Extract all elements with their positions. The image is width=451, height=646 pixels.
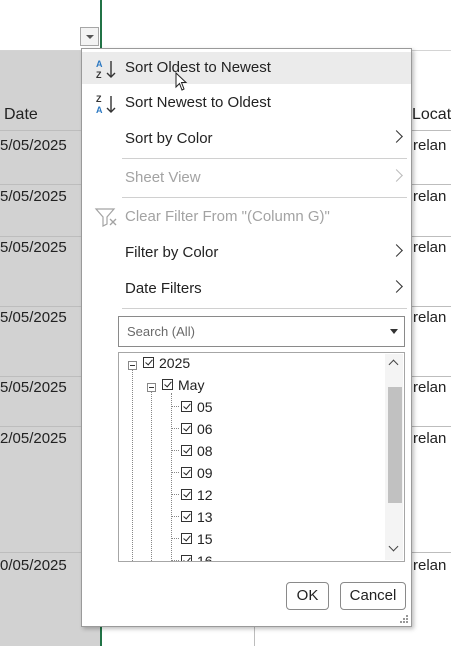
- date-cell[interactable]: 2/05/2025: [0, 430, 67, 447]
- header-date[interactable]: Date: [4, 100, 38, 130]
- tree-day: 12: [197, 487, 213, 503]
- search-placeholder: Search (All): [127, 324, 195, 339]
- chevron-right-icon: [390, 130, 403, 143]
- header-location[interactable]: Locat: [412, 100, 451, 130]
- collapse-toggle-icon[interactable]: [128, 361, 137, 370]
- sort-by-color[interactable]: Sort by Color: [82, 123, 411, 155]
- filter-by-color-label: Filter by Color: [125, 244, 219, 261]
- tree-day: 05: [197, 399, 213, 415]
- active-cell-border-lower: [100, 626, 102, 646]
- sheet-view: Sheet View: [82, 162, 411, 194]
- autofilter-menu: A Z Sort Oldest to Newest Z A Sort Newes…: [81, 48, 412, 627]
- sort-asc-label: Sort Oldest to Newest: [125, 59, 271, 76]
- sort-oldest-to-newest[interactable]: A Z Sort Oldest to Newest: [82, 52, 411, 84]
- scroll-up-icon[interactable]: [388, 359, 399, 370]
- svg-text:Z: Z: [96, 94, 102, 104]
- menu-separator: [122, 197, 407, 198]
- checkbox-checked-icon[interactable]: [181, 401, 192, 412]
- chevron-right-icon: [390, 169, 403, 182]
- checkbox-checked-icon[interactable]: [181, 445, 192, 456]
- date-cell[interactable]: 5/05/2025: [0, 309, 67, 326]
- checkbox-checked-icon[interactable]: [181, 423, 192, 434]
- filter-dropdown-button[interactable]: [80, 27, 99, 46]
- scrollbar-thumb[interactable]: [388, 387, 402, 503]
- location-cell[interactable]: relan: [413, 188, 446, 205]
- location-cell[interactable]: relan: [413, 137, 446, 154]
- tree-day: 15: [197, 531, 213, 547]
- clear-filter: Clear Filter From "(Column G)": [82, 201, 411, 233]
- date-cell[interactable]: 0/05/2025: [0, 557, 67, 574]
- date-cell[interactable]: 5/05/2025: [0, 137, 67, 154]
- checkbox-checked-icon[interactable]: [143, 357, 154, 368]
- checkbox-checked-icon[interactable]: [181, 489, 192, 500]
- svg-text:A: A: [96, 105, 103, 115]
- chevron-right-icon: [390, 244, 403, 257]
- svg-text:A: A: [96, 59, 103, 69]
- sheet-view-label: Sheet View: [125, 169, 201, 186]
- tree-day: 06: [197, 421, 213, 437]
- scroll-down-icon[interactable]: [388, 541, 399, 552]
- clear-filter-label: Clear Filter From "(Column G)": [125, 208, 330, 225]
- date-filters-label: Date Filters: [125, 280, 202, 297]
- checkbox-checked-icon[interactable]: [181, 555, 192, 561]
- date-cell[interactable]: 5/05/2025: [0, 188, 67, 205]
- date-filters[interactable]: Date Filters: [82, 273, 411, 305]
- sort-desc-label: Sort Newest to Oldest: [125, 94, 271, 111]
- resize-grip-icon[interactable]: [399, 614, 409, 624]
- date-tree-list[interactable]: 2025 May 05 06 08 09 12 13 15 16: [118, 352, 405, 562]
- location-cell[interactable]: relan: [413, 239, 446, 256]
- sort-descending-icon: Z A: [96, 94, 116, 115]
- tree-day: 09: [197, 465, 213, 481]
- checkbox-checked-icon[interactable]: [181, 467, 192, 478]
- tree-day: 16: [197, 553, 213, 562]
- mouse-cursor-icon: [175, 72, 188, 91]
- active-cell-border: [100, 0, 102, 50]
- sort-by-color-label: Sort by Color: [125, 130, 213, 147]
- location-cell[interactable]: relan: [413, 430, 446, 447]
- location-cell[interactable]: relan: [413, 309, 446, 326]
- location-cell[interactable]: relan: [413, 557, 446, 574]
- chevron-down-icon[interactable]: [390, 329, 398, 334]
- date-cell[interactable]: 5/05/2025: [0, 239, 67, 256]
- search-input[interactable]: Search (All): [118, 316, 405, 347]
- location-cell[interactable]: relan: [413, 379, 446, 396]
- tree-month: May: [178, 377, 205, 393]
- menu-separator: [122, 308, 407, 309]
- sort-ascending-icon: A Z: [96, 59, 116, 80]
- tree-year: 2025: [159, 355, 191, 371]
- clear-filter-icon: [94, 208, 117, 227]
- cancel-button[interactable]: Cancel: [340, 582, 406, 610]
- svg-text:Z: Z: [96, 70, 102, 80]
- tree-day: 08: [197, 443, 213, 459]
- checkbox-checked-icon[interactable]: [162, 379, 173, 390]
- menu-separator: [122, 158, 407, 159]
- checkbox-checked-icon[interactable]: [181, 533, 192, 544]
- ok-button[interactable]: OK: [286, 582, 329, 610]
- collapse-toggle-icon[interactable]: [147, 383, 156, 392]
- tree-day: 13: [197, 509, 213, 525]
- chevron-right-icon: [390, 280, 403, 293]
- date-cell[interactable]: 5/05/2025: [0, 379, 67, 396]
- filter-by-color[interactable]: Filter by Color: [82, 237, 411, 269]
- checkbox-checked-icon[interactable]: [181, 511, 192, 522]
- sort-newest-to-oldest[interactable]: Z A Sort Newest to Oldest: [82, 87, 411, 119]
- tree-scrollbar[interactable]: [385, 354, 403, 560]
